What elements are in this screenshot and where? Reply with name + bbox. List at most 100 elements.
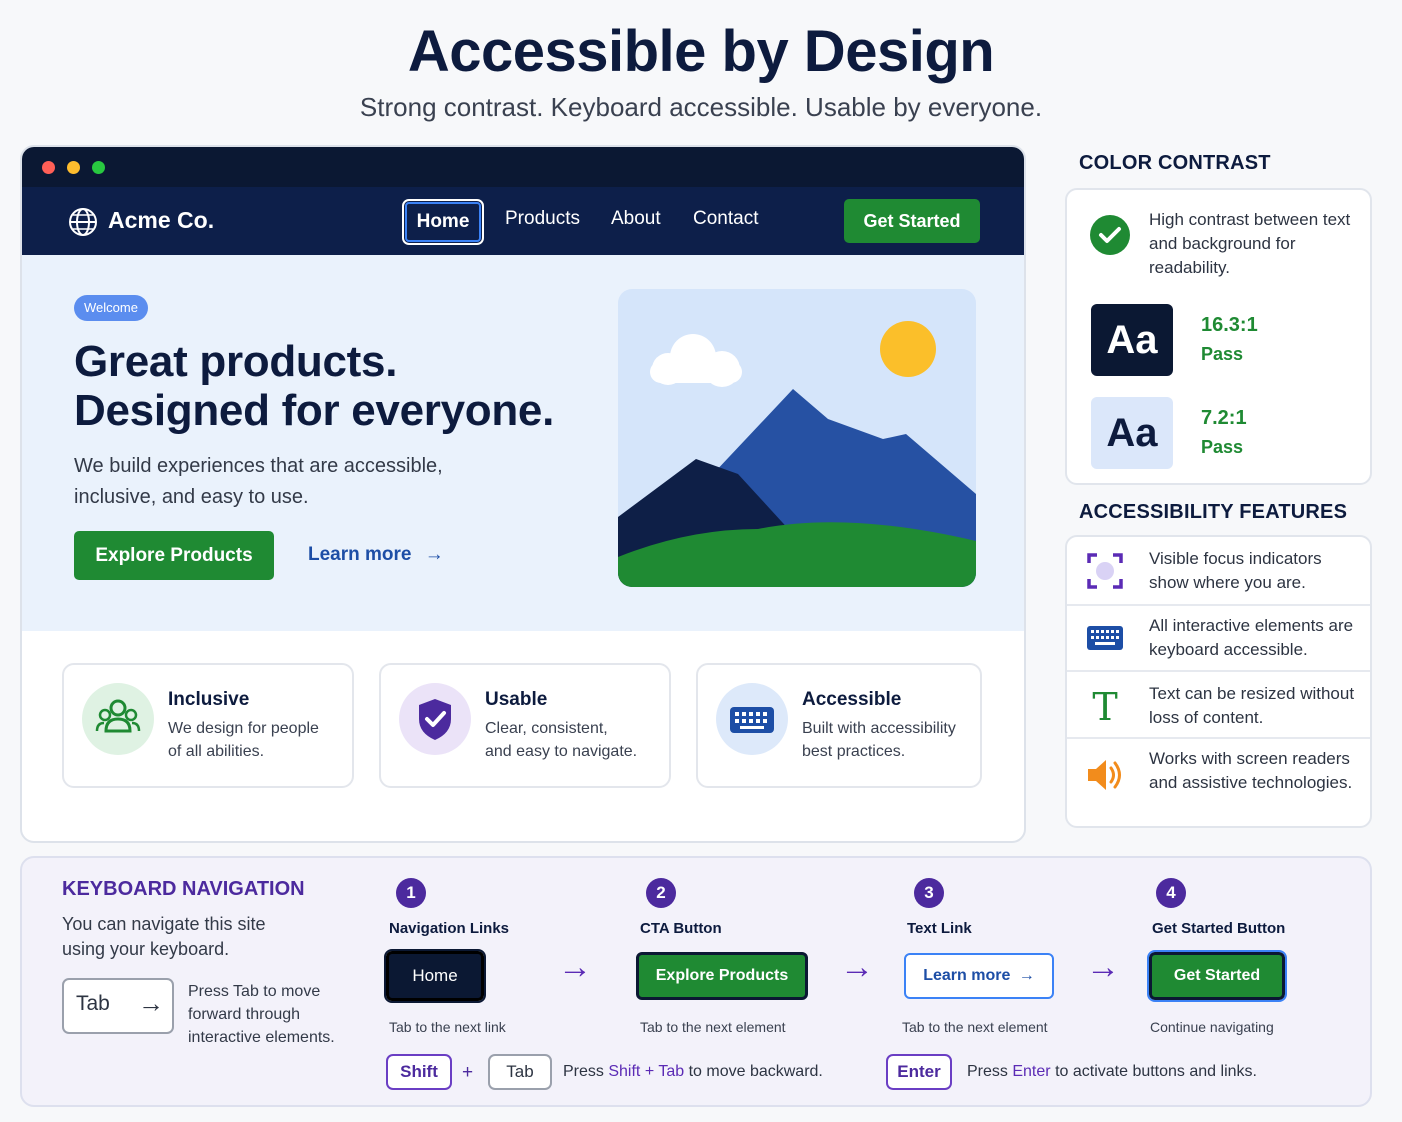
- key-combo-highlight: Shift + Tab: [608, 1063, 685, 1080]
- accessibility-features-heading: ACCESSIBILITY FEATURES: [1079, 501, 1348, 523]
- step-learn-more-link[interactable]: Learn more →: [904, 953, 1054, 999]
- feature-title: Accessible: [802, 689, 902, 710]
- close-window-dot[interactable]: [42, 161, 55, 174]
- feature-card-accessible: Accessible Built with accessibility best…: [696, 663, 982, 788]
- keyboard-navigation-heading: KEYBOARD NAVIGATION: [62, 878, 305, 900]
- nav-link-about[interactable]: About: [611, 208, 661, 230]
- hero-section: Welcome Great products. Designed for eve…: [22, 255, 1024, 631]
- step-number: 3: [914, 878, 944, 908]
- step-caption: Continue navigating: [1150, 1019, 1274, 1035]
- arrow-right-icon: →: [840, 948, 874, 986]
- step-label: Get Started Button: [1152, 920, 1286, 937]
- get-started-button[interactable]: Get Started: [844, 199, 980, 243]
- svg-text:T: T: [1092, 685, 1117, 728]
- tab-key-label: Tab: [76, 992, 110, 1015]
- focus-frame-icon: [1087, 553, 1123, 589]
- feature-row: All interactive elements are keyboard ac…: [1067, 604, 1370, 670]
- step-number: 4: [1156, 878, 1186, 908]
- color-contrast-heading: COLOR CONTRAST: [1079, 152, 1271, 174]
- headline-line-2: Designed for everyone.: [74, 386, 554, 435]
- arrow-right-icon: →: [1086, 948, 1120, 986]
- tab-key: Tab →: [62, 978, 174, 1034]
- arrow-right-icon: →: [558, 948, 592, 986]
- speaker-icon: [1088, 760, 1121, 790]
- hero-description: We build experiences that are accessible…: [74, 455, 443, 508]
- explore-products-button[interactable]: Explore Products: [74, 531, 274, 580]
- step-get-started-button[interactable]: Get Started: [1147, 950, 1287, 1002]
- key-highlight: Enter: [1012, 1063, 1051, 1080]
- arrow-right-icon: →: [424, 544, 444, 565]
- instruction-text: to activate buttons and links.: [1055, 1063, 1257, 1080]
- feature-desc-line: best practices.: [802, 743, 906, 760]
- instruction-text: Press: [563, 1063, 604, 1080]
- shift-key: Shift: [386, 1054, 452, 1090]
- feature-text: Text can be resized without loss of cont…: [1149, 684, 1355, 727]
- step-learn-more-label: Learn more: [923, 967, 1011, 984]
- tab-key-description: Press Tab to move forward through intera…: [188, 983, 335, 1046]
- step-caption: Tab to the next element: [902, 1019, 1048, 1035]
- step-caption: Tab to the next element: [640, 1019, 786, 1035]
- shield-check-icon: [399, 683, 471, 755]
- contrast-ratio: 16.3:1: [1201, 314, 1258, 336]
- nav-link-products[interactable]: Products: [505, 208, 580, 230]
- instruction-text: Press: [967, 1063, 1008, 1080]
- step-caption: Tab to the next link: [389, 1019, 506, 1035]
- contrast-swatch-light: Aa: [1091, 397, 1173, 469]
- page-title: Accessible by Design: [407, 19, 995, 84]
- feature-title: Usable: [485, 689, 548, 710]
- feature-row: T Text can be resized without loss of co…: [1067, 670, 1370, 737]
- contrast-swatch-dark: Aa: [1091, 304, 1173, 376]
- nav-link-contact[interactable]: Contact: [693, 208, 758, 230]
- keyboard-navigation-panel: KEYBOARD NAVIGATION You can navigate thi…: [20, 856, 1372, 1107]
- arrow-right-icon: →: [138, 988, 164, 1018]
- feature-card-inclusive: Inclusive We design for people of all ab…: [62, 663, 354, 788]
- learn-more-label: Learn more: [308, 544, 412, 565]
- enter-instruction: Press Enter to activate buttons and link…: [967, 1063, 1257, 1081]
- feature-description: Clear, consistent, and easy to navigate.: [485, 717, 637, 763]
- people-icon: [82, 683, 154, 755]
- feature-desc-line: We design for people: [168, 720, 319, 737]
- color-contrast-card: High contrast between text and backgroun…: [1065, 188, 1372, 485]
- backward-instruction: Press Shift + Tab to move backward.: [563, 1063, 823, 1081]
- feature-text: Visible focus indicators show where you …: [1149, 549, 1322, 592]
- feature-text: All interactive elements are keyboard ac…: [1149, 616, 1354, 659]
- keyboard-navigation-description: You can navigate this site using your ke…: [62, 914, 266, 959]
- step-label: Navigation Links: [389, 920, 510, 937]
- contrast-result: Pass: [1201, 437, 1244, 457]
- page-subtitle: Strong contrast. Keyboard accessible. Us…: [359, 92, 1043, 122]
- accessibility-features-card: Visible focus indicators show where you …: [1065, 535, 1372, 828]
- contrast-description: High contrast between text and backgroun…: [1149, 210, 1351, 277]
- feature-row: Works with screen readers and assistive …: [1067, 737, 1370, 828]
- step-label: CTA Button: [640, 920, 722, 937]
- brand-name[interactable]: Acme Co.: [108, 207, 214, 234]
- minimize-window-dot[interactable]: [67, 161, 80, 174]
- feature-desc-line: Built with accessibility: [802, 720, 956, 737]
- feature-title: Inclusive: [168, 689, 250, 710]
- nav-link-home[interactable]: Home: [402, 199, 484, 245]
- feature-desc-line: Clear, consistent,: [485, 720, 608, 737]
- contrast-ratio: 7.2:1: [1201, 407, 1247, 429]
- globe-icon: [69, 208, 97, 236]
- feature-description: Built with accessibility best practices.: [802, 717, 956, 763]
- arrow-right-icon: →: [1018, 967, 1035, 984]
- headline-line-1: Great products.: [74, 337, 398, 386]
- instruction-text: to move backward.: [688, 1063, 823, 1080]
- keyboard-icon: [1087, 626, 1123, 650]
- window-titlebar: [22, 147, 1024, 187]
- learn-more-link[interactable]: Learn more →: [308, 544, 444, 566]
- feature-description: We design for people of all abilities.: [168, 717, 319, 763]
- step-home-button[interactable]: Home: [384, 949, 486, 1003]
- hero-headline: Great products. Designed for everyone.: [74, 337, 554, 435]
- feature-row: Visible focus indicators show where you …: [1067, 537, 1370, 604]
- step-label: Text Link: [907, 920, 972, 937]
- text-size-icon: T: [1092, 685, 1117, 728]
- maximize-window-dot[interactable]: [92, 161, 105, 174]
- tab-key-small: Tab: [488, 1054, 552, 1090]
- step-explore-products-button[interactable]: Explore Products: [636, 952, 808, 1000]
- welcome-badge: Welcome: [74, 295, 148, 321]
- contrast-result: Pass: [1201, 344, 1244, 364]
- feature-text: Works with screen readers and assistive …: [1149, 749, 1353, 792]
- feature-desc-line: of all abilities.: [168, 743, 265, 760]
- feature-desc-line: and easy to navigate.: [485, 743, 638, 760]
- feature-card-usable: Usable Clear, consistent, and easy to na…: [379, 663, 671, 788]
